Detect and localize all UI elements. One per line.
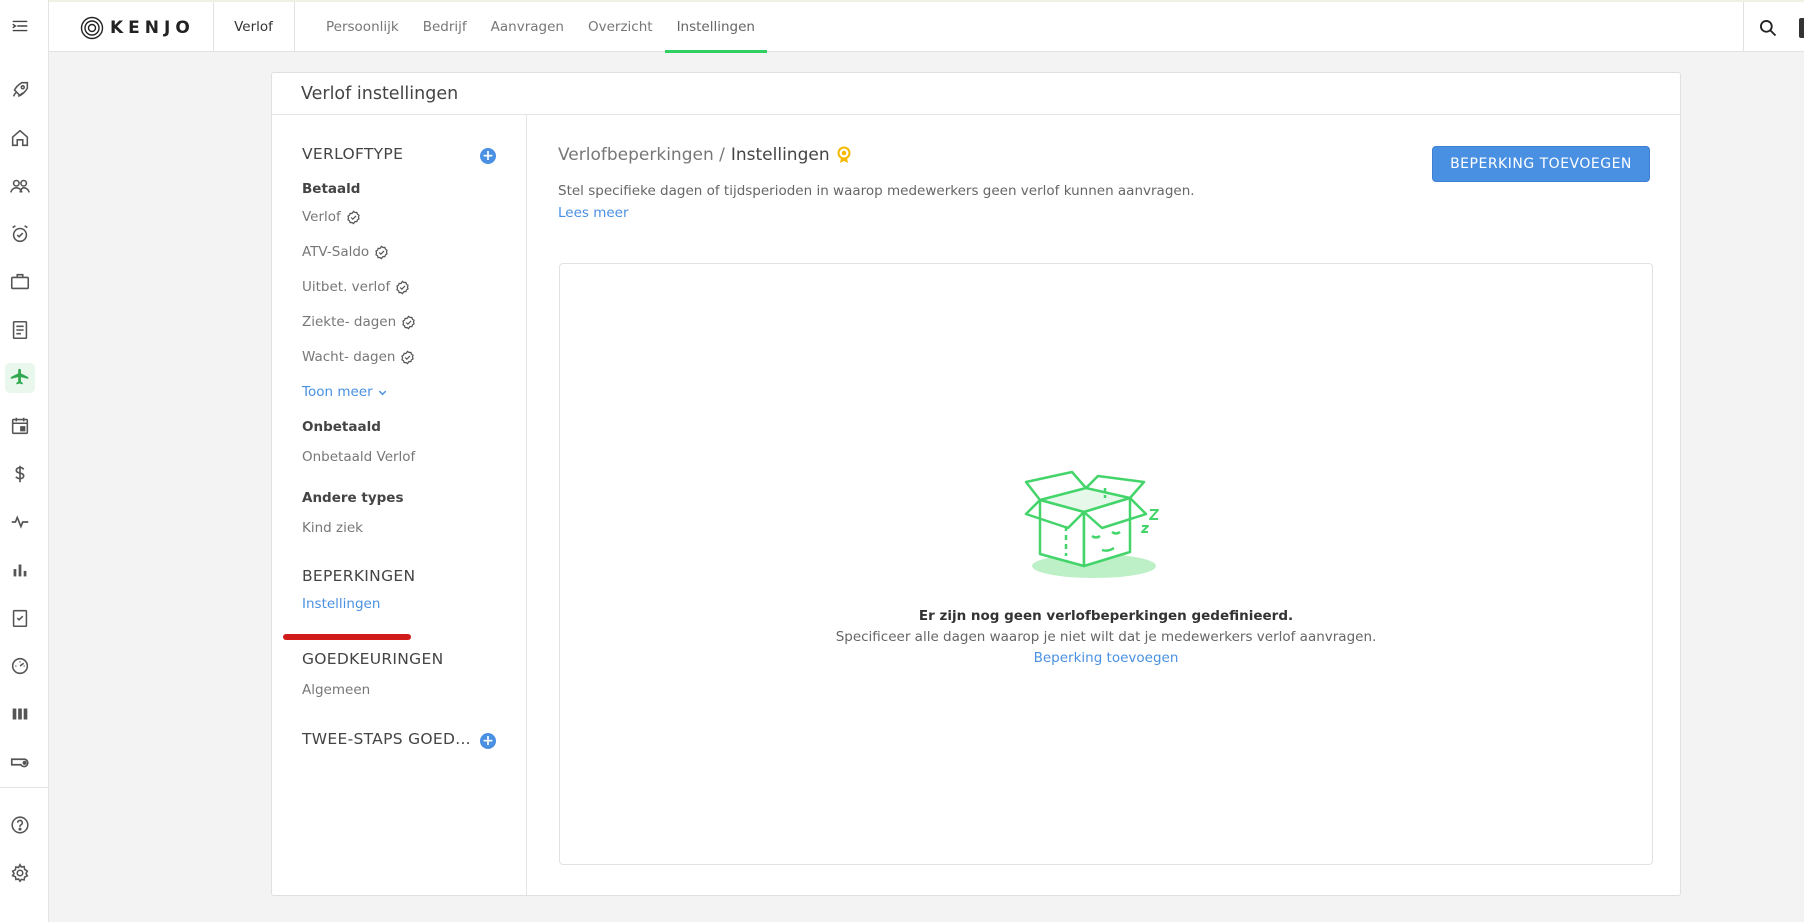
bar-chart-icon[interactable]	[5, 555, 35, 585]
section-twee-staps: TWEE-STAPS GOED...	[302, 730, 471, 748]
whistle-icon[interactable]	[5, 747, 35, 777]
pulse-icon[interactable]	[5, 507, 35, 537]
tab-instellingen[interactable]: Instellingen	[664, 2, 768, 53]
home-icon[interactable]	[5, 123, 35, 153]
gear-icon[interactable]	[5, 858, 35, 888]
calendar-icon[interactable]	[5, 411, 35, 441]
gauge-icon[interactable]	[5, 651, 35, 681]
clipboard-check-icon[interactable]	[5, 603, 35, 633]
add-restriction-button[interactable]: BEPERKING TOEVOEGEN	[1432, 146, 1650, 182]
sidenav-item-ziekte-dagen[interactable]: Ziekte- dagen	[302, 314, 416, 330]
airplane-icon[interactable]	[5, 363, 35, 393]
logo-text: KENJO	[110, 18, 195, 38]
sidenav-item-kind-ziek[interactable]: Kind ziek	[302, 520, 363, 536]
verified-check-icon	[401, 350, 415, 364]
sidenav-item-label: Algemeen	[302, 682, 371, 698]
card-body: VERLOFTYPE + Betaald Verlof ATV-Saldo Ui…	[272, 115, 1680, 895]
tab-persoonlijk[interactable]: Persoonlijk	[314, 2, 411, 52]
add-verloftype-button[interactable]: +	[480, 148, 496, 164]
section-beperkingen: BEPERKINGEN	[302, 567, 416, 585]
breadcrumb-parent[interactable]: Verlofbeperkingen /	[558, 145, 725, 165]
sidenav-item-label: Verlof	[302, 209, 341, 225]
alarm-clock-icon[interactable]	[5, 219, 35, 249]
verified-check-icon	[375, 245, 388, 259]
sidenav-item-label: Uitbet. verlof	[302, 279, 391, 295]
verified-check-icon	[347, 210, 360, 224]
sidenav-item-label: Wacht- dagen	[302, 349, 396, 365]
divider	[1743, 2, 1744, 52]
sidenav-item-label: Ziekte- dagen	[302, 314, 397, 330]
columns-icon[interactable]	[5, 699, 35, 729]
avatar[interactable]	[1799, 18, 1804, 38]
kenjo-logo[interactable]: KENJO	[80, 16, 195, 40]
document-icon[interactable]	[5, 315, 35, 345]
card-header: Verlof instellingen	[272, 73, 1680, 115]
sidenav-item-uitbet-verlof[interactable]: Uitbet. verlof	[302, 279, 410, 295]
section-verloftype: VERLOFTYPE	[302, 145, 404, 163]
sidenav-item-label: Kind ziek	[302, 520, 363, 536]
sidenav-item-label: ATV-Saldo	[302, 244, 370, 260]
sidenav-item-label: Onbetaald Verlof	[302, 449, 416, 465]
briefcase-icon[interactable]	[5, 267, 35, 297]
tab-bedrijf[interactable]: Bedrijf	[411, 2, 479, 52]
add-restriction-link[interactable]: Beperking toevoegen	[1034, 650, 1179, 666]
rocket-icon[interactable]	[5, 75, 35, 105]
section-goedkeuringen: GOEDKEURINGEN	[302, 650, 444, 668]
module-tab-verlof[interactable]: Verlof	[213, 2, 294, 52]
sidenav-item-wacht-dagen[interactable]: Wacht- dagen	[302, 349, 415, 365]
breadcrumb-current: Instellingen	[730, 145, 830, 165]
settings-sidenav: VERLOFTYPE + Betaald Verlof ATV-Saldo Ui…	[272, 115, 527, 895]
group-betaald: Betaald	[302, 181, 361, 197]
empty-state-title: Er zijn nog geen verlofbeperkingen gedef…	[918, 608, 1294, 624]
group-onbetaald: Onbetaald	[302, 419, 381, 435]
tab-aanvragen[interactable]: Aanvragen	[479, 2, 576, 52]
sleeping-box-illustration-icon	[1024, 470, 1159, 578]
add-twee-staps-button[interactable]: +	[480, 733, 496, 749]
rail-divider	[0, 787, 49, 788]
menu-toggle-icon[interactable]	[9, 15, 31, 37]
kenjo-logo-icon	[80, 16, 104, 40]
help-icon[interactable]	[5, 810, 35, 840]
group-andere-types: Andere types	[302, 490, 404, 506]
people-icon[interactable]	[5, 171, 35, 201]
red-underline-annotation	[283, 634, 411, 640]
divider	[294, 2, 295, 52]
description-text: Stel specifieke dagen of tijdsperioden i…	[558, 183, 1195, 199]
left-rail	[0, 0, 49, 922]
sidenav-item-atv-saldo[interactable]: ATV-Saldo	[302, 244, 389, 260]
page-title: Verlof instellingen	[301, 83, 459, 104]
verified-check-icon	[402, 315, 415, 329]
verified-check-icon	[396, 280, 410, 294]
medal-icon	[837, 146, 851, 163]
read-more-link[interactable]: Lees meer	[558, 205, 629, 221]
search-icon[interactable]	[1756, 16, 1780, 40]
top-nav: Persoonlijk Bedrijf Aanvragen Overzicht …	[314, 2, 768, 53]
sidenav-item-onbetaald-verlof[interactable]: Onbetaald Verlof	[302, 449, 415, 465]
dollar-icon[interactable]	[5, 459, 35, 489]
sidenav-item-beperkingen-instellingen[interactable]: Instellingen	[302, 596, 380, 612]
settings-card: Verlof instellingen VERLOFTYPE + Betaald…	[271, 72, 1681, 896]
top-bar: KENJO Verlof Persoonlijk Bedrijf Aanvrag…	[49, 0, 1804, 53]
empty-state-add-link: Beperking toevoegen	[560, 650, 1652, 666]
breadcrumb: Verlofbeperkingen / Instellingen	[558, 145, 852, 165]
sidenav-item-label: Instellingen	[302, 596, 381, 612]
sidenav-item-algemeen[interactable]: Algemeen	[302, 682, 370, 698]
empty-state-subtitle: Specificeer alle dagen waarop je niet wi…	[835, 629, 1377, 645]
sidenav-item-verlof[interactable]: Verlof	[302, 209, 361, 225]
show-more-link[interactable]: Toon meer	[302, 384, 388, 400]
tab-overzicht[interactable]: Overzicht	[576, 2, 665, 52]
restrictions-content: Verlofbeperkingen / Instellingen Stel sp…	[528, 115, 1680, 895]
show-more-label: Toon meer	[302, 384, 373, 400]
empty-state-panel: Er zijn nog geen verlofbeperkingen gedef…	[559, 263, 1653, 865]
chevron-down-icon	[378, 390, 386, 395]
